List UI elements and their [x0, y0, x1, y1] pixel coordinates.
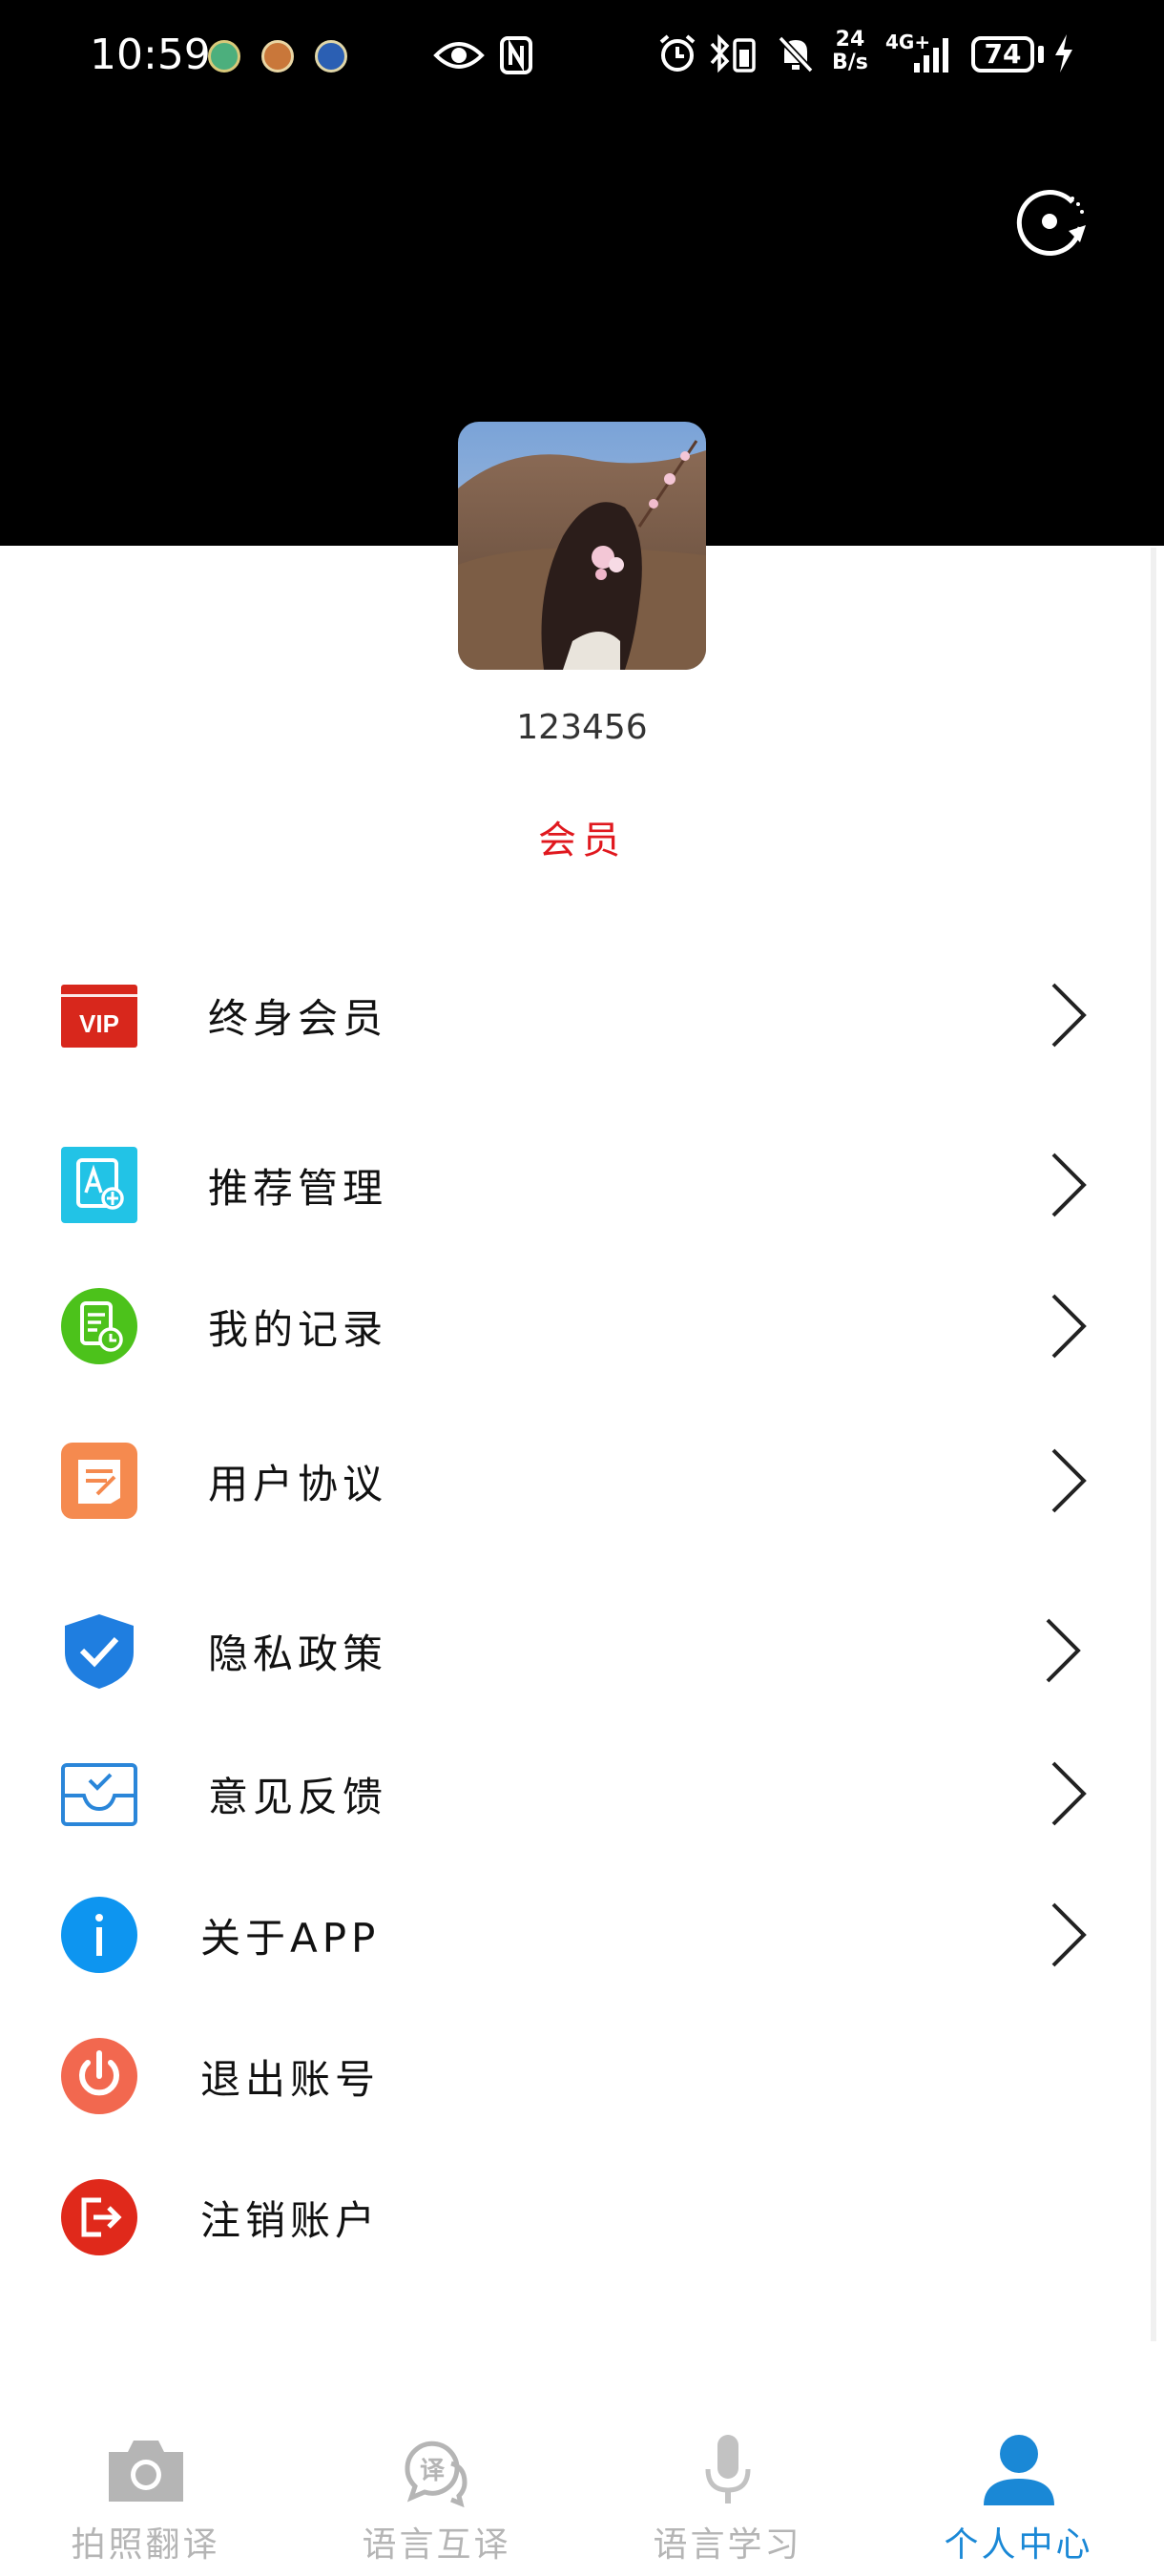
translate-card-icon	[61, 1147, 137, 1223]
status-bar: 10:59 24 B/s 4G+ 74	[0, 0, 1164, 114]
tab-language-translate[interactable]: 译 语言互译	[291, 2404, 582, 2576]
menu-item-delete-account[interactable]: 注销账户	[0, 2154, 1164, 2278]
info-icon	[61, 1897, 137, 1973]
menu-item-logout[interactable]: 退出账号	[0, 2013, 1164, 2137]
camera-icon	[109, 2441, 183, 2502]
username: 123456	[516, 708, 648, 747]
vip-icon: VIP	[61, 985, 137, 1048]
menu-item-label: 关于APP	[200, 1915, 381, 1962]
status-time: 10:59	[90, 31, 211, 79]
tab-label: 语言互译	[362, 2525, 511, 2565]
chevron-right-icon	[1051, 1902, 1087, 1967]
tab-label: 语言学习	[653, 2525, 802, 2565]
menu-item-label: 注销账户	[200, 2197, 381, 2244]
translate-chat-icon: 译	[405, 2441, 468, 2507]
nfc-icon	[500, 36, 532, 74]
menu-item-my-records[interactable]: 我的记录	[0, 1263, 1164, 1387]
svg-text:VIP: VIP	[79, 1009, 119, 1038]
menu-item-feedback[interactable]: 意见反馈	[0, 1731, 1164, 1855]
app-notification-icon	[208, 40, 240, 73]
menu-item-label: 意见反馈	[208, 1774, 388, 1820]
eye-icon	[433, 42, 485, 69]
chevron-right-icon	[1051, 1448, 1087, 1513]
battery-tip	[1038, 46, 1044, 63]
menu-item-label: 我的记录	[208, 1306, 388, 1353]
bluetooth-battery-icon	[710, 33, 756, 73]
chevron-right-icon	[1051, 983, 1087, 1048]
menu-item-label: 推荐管理	[208, 1165, 388, 1212]
chevron-right-icon	[1046, 1618, 1081, 1683]
chevron-right-icon	[1051, 1153, 1087, 1217]
battery-indicator: 74	[971, 36, 1034, 73]
mute-bell-icon	[778, 35, 814, 73]
app-notification-icon	[261, 40, 294, 73]
record-icon	[61, 1288, 137, 1364]
member-badge: 会员	[538, 819, 626, 862]
menu-item-label: 用户协议	[208, 1461, 388, 1507]
menu-item-label: 隐私政策	[208, 1631, 388, 1677]
app-notification-icon	[315, 40, 347, 73]
alarm-icon	[659, 34, 696, 72]
speed-unit: B/s	[832, 51, 868, 74]
menu-item-privacy-policy[interactable]: 隐私政策	[0, 1588, 1164, 1712]
shield-check-icon	[65, 1614, 134, 1689]
menu-item-user-agreement[interactable]: 用户协议	[0, 1418, 1164, 1542]
power-icon	[61, 2038, 137, 2114]
chevron-right-icon	[1051, 1761, 1087, 1826]
charging-icon	[1055, 34, 1072, 73]
tab-language-learning[interactable]: 语言学习	[582, 2404, 873, 2576]
tab-label: 拍照翻译	[71, 2525, 220, 2565]
avatar-photo	[458, 422, 706, 670]
menu-item-label: 终身会员	[208, 995, 388, 1042]
chevron-right-icon	[1051, 1294, 1087, 1359]
network-speed: 24 B/s	[832, 29, 868, 74]
speed-value: 24	[835, 28, 865, 52]
person-icon	[984, 2435, 1054, 2505]
bottom-tab-bar: 拍照翻译 译 语言互译 语言学习 个人中心	[0, 2404, 1164, 2576]
feedback-tray-icon	[61, 1763, 137, 1826]
svg-text:译: 译	[420, 2457, 446, 2485]
microphone-icon	[705, 2435, 751, 2503]
menu-item-recommend-management[interactable]: 推荐管理	[0, 1122, 1164, 1246]
tab-photo-translate[interactable]: 拍照翻译	[0, 2404, 291, 2576]
menu-item-lifetime-vip[interactable]: VIP 终身会员	[0, 952, 1164, 1076]
menu-item-about-app[interactable]: 关于APP	[0, 1872, 1164, 1996]
tab-label: 个人中心	[944, 2525, 1093, 2565]
signal-icon	[914, 38, 948, 73]
exit-door-icon	[61, 2179, 137, 2255]
agreement-icon	[61, 1443, 137, 1519]
tab-personal-center[interactable]: 个人中心	[873, 2404, 1164, 2576]
avatar[interactable]	[458, 422, 706, 670]
theme-switch-icon[interactable]	[1013, 181, 1090, 258]
menu-item-label: 退出账号	[200, 2056, 381, 2103]
